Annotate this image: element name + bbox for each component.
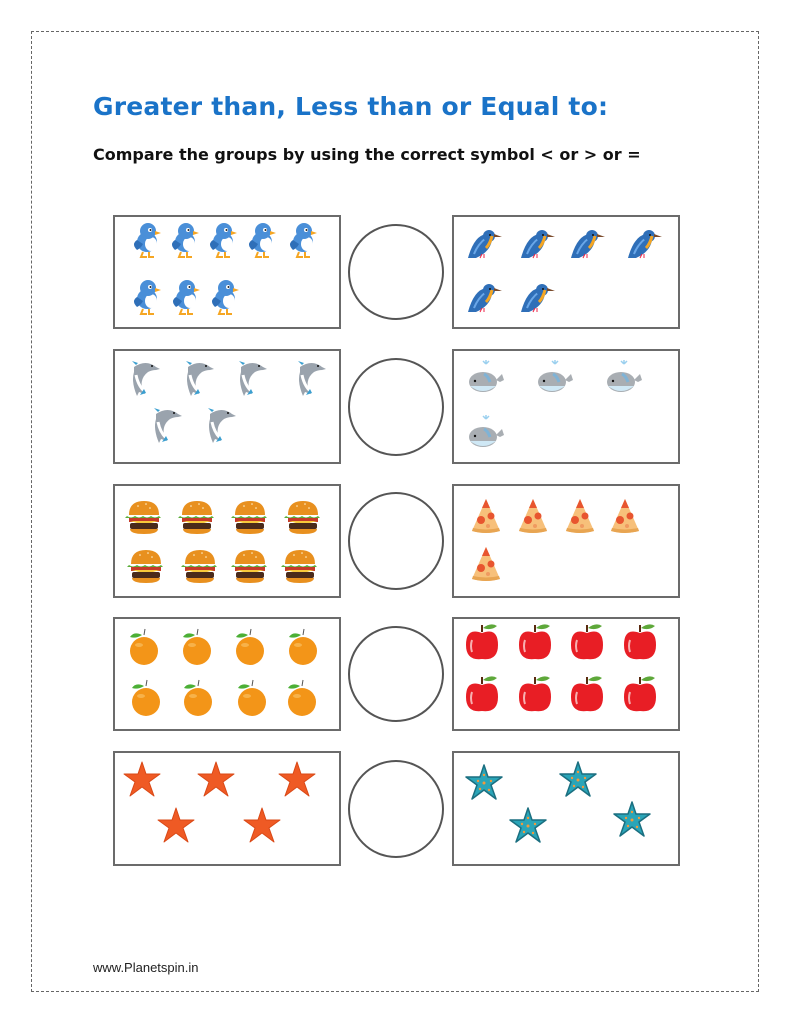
whale-icon — [535, 358, 575, 398]
dolphin-icon — [200, 404, 240, 444]
apple-icon — [620, 622, 660, 662]
blue-bird-icon — [242, 220, 282, 260]
orange-icon — [283, 627, 323, 667]
pizza-slice-icon — [560, 496, 600, 536]
whale-icon — [604, 358, 644, 398]
blue-bird-icon — [127, 220, 167, 260]
dolphin-icon — [146, 404, 186, 444]
orange-icon — [230, 627, 270, 667]
blue-bird-icon — [203, 220, 243, 260]
kingfisher-icon — [462, 224, 502, 264]
whale-icon — [466, 358, 506, 398]
orange-icon — [124, 627, 164, 667]
pizza-slice-icon — [605, 496, 645, 536]
burger-icon — [126, 546, 166, 586]
burger-icon — [180, 546, 220, 586]
apple-icon — [515, 622, 555, 662]
pizza-slice-icon — [466, 496, 506, 536]
orange-icon — [282, 678, 322, 718]
answer-circle[interactable] — [348, 760, 444, 858]
teal-starfish-icon — [558, 760, 598, 800]
blue-bird-icon — [283, 220, 323, 260]
blue-bird-icon — [205, 277, 245, 317]
kingfisher-icon — [515, 224, 555, 264]
kingfisher-icon — [622, 224, 662, 264]
dolphin-icon — [124, 357, 164, 397]
orange-starfish-icon — [242, 806, 282, 846]
apple-icon — [462, 622, 502, 662]
blue-bird-icon — [165, 220, 205, 260]
orange-icon — [126, 678, 166, 718]
apple-icon — [462, 674, 502, 714]
orange-icon — [232, 678, 272, 718]
orange-icon — [178, 678, 218, 718]
apple-icon — [620, 674, 660, 714]
apple-icon — [567, 674, 607, 714]
blue-bird-icon — [166, 277, 206, 317]
kingfisher-icon — [515, 278, 555, 318]
footer-website: www.Planetspin.in — [93, 960, 199, 975]
orange-starfish-icon — [277, 760, 317, 800]
pizza-slice-icon — [513, 496, 553, 536]
apple-icon — [515, 674, 555, 714]
answer-circle[interactable] — [348, 224, 444, 320]
burger-icon — [280, 546, 320, 586]
worksheet-title: Greater than, Less than or Equal to: — [93, 92, 609, 121]
kingfisher-icon — [462, 278, 502, 318]
teal-starfish-icon — [464, 763, 504, 803]
burger-icon — [283, 497, 323, 537]
orange-starfish-icon — [156, 806, 196, 846]
burger-icon — [230, 546, 270, 586]
whale-icon — [466, 413, 506, 453]
burger-icon — [124, 497, 164, 537]
teal-starfish-icon — [508, 806, 548, 846]
orange-icon — [177, 627, 217, 667]
pizza-slice-icon — [466, 544, 506, 584]
worksheet-instruction: Compare the groups by using the correct … — [93, 145, 641, 164]
answer-circle[interactable] — [348, 626, 444, 722]
teal-starfish-icon — [612, 800, 652, 840]
dolphin-icon — [231, 357, 271, 397]
dolphin-icon — [290, 357, 330, 397]
orange-starfish-icon — [122, 760, 162, 800]
answer-circle[interactable] — [348, 492, 444, 590]
apple-icon — [567, 622, 607, 662]
blue-bird-icon — [127, 277, 167, 317]
dolphin-icon — [178, 357, 218, 397]
answer-circle[interactable] — [348, 358, 444, 456]
kingfisher-icon — [565, 224, 605, 264]
burger-icon — [230, 497, 270, 537]
burger-icon — [177, 497, 217, 537]
orange-starfish-icon — [196, 760, 236, 800]
